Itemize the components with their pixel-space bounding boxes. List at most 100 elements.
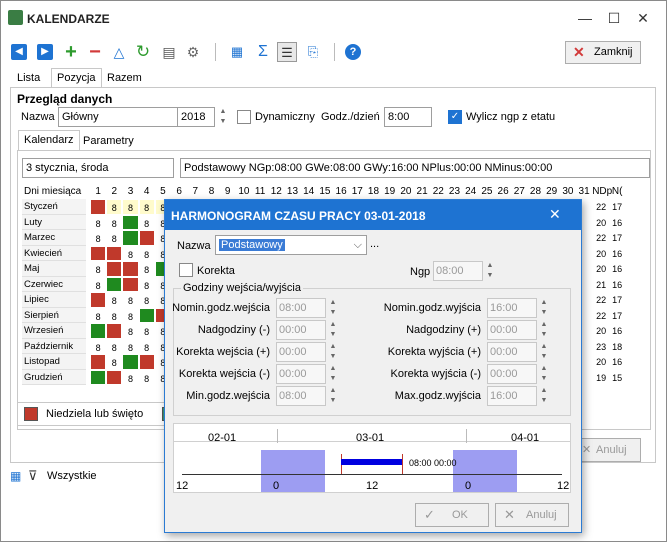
right-field-spinner[interactable]: ▲ ▼ [537, 386, 551, 406]
print-icon[interactable]: ▤ [159, 42, 179, 62]
day-cell[interactable]: 8 [122, 199, 139, 215]
day-cell[interactable] [122, 230, 139, 246]
left-field-value[interactable]: 00:00 [276, 364, 326, 384]
calendar-icon[interactable]: ▦ [227, 42, 247, 62]
day-cell[interactable] [106, 245, 123, 261]
table-icon[interactable]: ▦ [10, 469, 21, 483]
tab-razem[interactable]: Razem [101, 68, 148, 86]
korekta-checkbox[interactable] [179, 263, 193, 277]
day-cell[interactable] [138, 354, 155, 370]
left-field-value[interactable]: 08:00 [276, 298, 326, 318]
day-cell[interactable]: 8 [90, 307, 107, 323]
day-cell[interactable] [138, 307, 155, 323]
prev-icon[interactable]: ◀ [11, 44, 27, 60]
right-field-spinner[interactable]: ▲ ▼ [537, 342, 551, 362]
left-field-spinner[interactable]: ▲ ▼ [326, 320, 340, 340]
day-cell[interactable]: 8 [138, 214, 155, 230]
tab-parametry[interactable]: Parametry [77, 131, 140, 149]
delete-icon[interactable]: − [85, 42, 105, 62]
day-cell[interactable]: 8 [122, 323, 139, 339]
day-cell[interactable]: 8 [122, 245, 139, 261]
day-cell[interactable]: 8 [106, 354, 123, 370]
help-icon[interactable]: ? [345, 44, 361, 60]
day-cell[interactable]: 8 [90, 276, 107, 292]
day-cell[interactable]: 8 [90, 214, 107, 230]
main-cancel-button[interactable]: ✕ Anuluj [575, 438, 641, 462]
day-cell[interactable] [106, 369, 123, 385]
day-cell[interactable]: 8 [90, 261, 107, 277]
day-cell[interactable] [90, 369, 107, 385]
ngp-field[interactable]: 08:00 [433, 261, 483, 281]
wylicz-checkbox[interactable]: ✓ [448, 110, 462, 124]
tab-pozycja[interactable]: Pozycja [51, 68, 102, 88]
day-cell[interactable] [90, 292, 107, 308]
day-cell[interactable] [122, 354, 139, 370]
day-cell[interactable] [90, 354, 107, 370]
tab-lista[interactable]: Lista [11, 68, 46, 86]
dialog-ok-button[interactable]: ✓ OK [415, 503, 489, 527]
day-cell[interactable]: 8 [122, 338, 139, 354]
day-cell[interactable] [90, 245, 107, 261]
day-cell[interactable] [106, 261, 123, 277]
day-cell[interactable] [90, 323, 107, 339]
day-cell[interactable] [90, 199, 107, 215]
day-cell[interactable]: 8 [106, 199, 123, 215]
year-input[interactable]: 2018 [177, 107, 215, 127]
dialog-cancel-button[interactable]: ✕ Anuluj [495, 503, 569, 527]
dialog-close-icon[interactable]: ✕ [549, 206, 561, 223]
day-cell[interactable] [122, 276, 139, 292]
day-cell[interactable]: 8 [138, 276, 155, 292]
maximize-button[interactable]: ☐ [600, 7, 628, 29]
day-cell[interactable]: 8 [122, 292, 139, 308]
day-cell[interactable]: 8 [106, 230, 123, 246]
day-cell[interactable] [106, 276, 123, 292]
right-field-spinner[interactable]: ▲ ▼ [537, 320, 551, 340]
day-cell[interactable]: 8 [106, 292, 123, 308]
right-field-value[interactable]: 00:00 [487, 364, 537, 384]
right-field-value[interactable]: 00:00 [487, 342, 537, 362]
close-button[interactable]: ✕ [629, 7, 657, 29]
right-field-value[interactable]: 00:00 [487, 320, 537, 340]
left-field-spinner[interactable]: ▲ ▼ [326, 298, 340, 318]
day-cell[interactable]: 8 [138, 323, 155, 339]
day-cell[interactable] [138, 230, 155, 246]
dialog-more-button[interactable]: ... [370, 238, 379, 250]
sum-icon[interactable]: Σ [253, 42, 273, 62]
filter-icon[interactable]: ⊽ [28, 468, 38, 484]
day-cell[interactable]: 8 [138, 261, 155, 277]
day-cell[interactable]: 8 [90, 230, 107, 246]
close-window-button[interactable]: ✕ Zamknij [565, 41, 641, 64]
list-icon[interactable]: ☰ [277, 42, 297, 62]
right-field-value[interactable]: 16:00 [487, 386, 537, 406]
day-cell[interactable]: 8 [122, 369, 139, 385]
day-cell[interactable]: 8 [138, 245, 155, 261]
ngp-spinner[interactable]: ▲ ▼ [483, 261, 497, 281]
export-icon[interactable]: ⎘ [303, 42, 323, 62]
year-spinner[interactable]: ▲ ▼ [216, 107, 230, 127]
right-field-spinner[interactable]: ▲ ▼ [537, 298, 551, 318]
left-field-value[interactable]: 08:00 [276, 386, 326, 406]
day-cell[interactable] [122, 261, 139, 277]
edit-icon[interactable]: △ [109, 42, 129, 62]
day-cell[interactable]: 8 [138, 199, 155, 215]
dialog-name-select[interactable]: Podstawowy ⌵ [215, 235, 367, 255]
left-field-spinner[interactable]: ▲ ▼ [326, 386, 340, 406]
right-field-value[interactable]: 16:00 [487, 298, 537, 318]
day-cell[interactable]: 8 [106, 338, 123, 354]
settings-icon[interactable]: ⚙ [183, 42, 203, 62]
left-field-spinner[interactable]: ▲ ▼ [326, 364, 340, 384]
refresh-icon[interactable]: ↻ [133, 42, 153, 62]
day-cell[interactable] [122, 214, 139, 230]
next-icon[interactable]: ▶ [37, 44, 53, 60]
day-cell[interactable]: 8 [138, 369, 155, 385]
left-field-spinner[interactable]: ▲ ▼ [326, 342, 340, 362]
day-cell[interactable]: 8 [106, 214, 123, 230]
day-cell[interactable]: 8 [90, 338, 107, 354]
minimize-button[interactable]: — [571, 7, 599, 29]
add-icon[interactable]: + [61, 42, 81, 62]
day-cell[interactable]: 8 [106, 307, 123, 323]
name-input[interactable]: Główny [58, 107, 178, 127]
day-cell[interactable]: 8 [138, 338, 155, 354]
day-cell[interactable] [106, 323, 123, 339]
dynamic-checkbox[interactable] [237, 110, 251, 124]
